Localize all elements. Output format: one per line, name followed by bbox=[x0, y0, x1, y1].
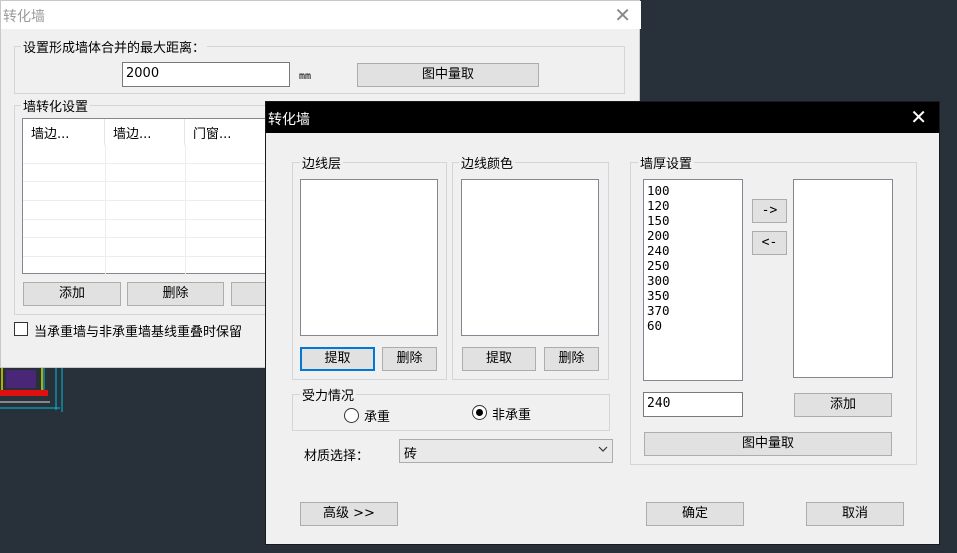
column-header[interactable]: 墙边... bbox=[105, 119, 185, 145]
list-item[interactable]: 60 bbox=[644, 318, 742, 333]
cad-drawing-fragment bbox=[0, 365, 63, 412]
edge-color-extract-button[interactable]: 提取 bbox=[462, 347, 536, 371]
force-group-label: 受力情况 bbox=[300, 385, 357, 404]
unit-label: mm bbox=[299, 71, 312, 82]
thickness-input[interactable]: 240 bbox=[643, 392, 743, 417]
advanced-button[interactable]: 高级 >> bbox=[300, 502, 398, 526]
distance-input[interactable]: 2000 bbox=[122, 62, 290, 87]
radio-bearing-label[interactable]: 承重 bbox=[364, 406, 390, 425]
edge-color-list[interactable] bbox=[461, 179, 599, 336]
back-delete-button[interactable]: 删除 bbox=[127, 282, 224, 306]
convert-list[interactable]: 墙边... 墙边... 门窗... bbox=[22, 118, 273, 275]
list-item[interactable]: 200 bbox=[644, 228, 742, 243]
move-left-button[interactable]: <- bbox=[752, 231, 787, 255]
thickness-list[interactable]: 100 120 150 200 240 250 300 350 370 60 bbox=[643, 179, 743, 381]
edge-layer-label: 边线层 bbox=[300, 153, 344, 172]
cancel-button[interactable]: 取消 bbox=[806, 502, 904, 526]
material-select[interactable]: 砖 bbox=[399, 439, 613, 463]
column-header[interactable]: 墙边... bbox=[23, 119, 105, 145]
list-item[interactable]: 350 bbox=[644, 288, 742, 303]
merge-distance-label: 设置形成墙体合并的最大距离： bbox=[21, 37, 208, 56]
front-close-icon[interactable]: ✕ bbox=[910, 105, 927, 129]
overlap-checkbox-label: 当承重墙与非承重墙基线重叠时保留 bbox=[34, 325, 243, 340]
thickness-add-button[interactable]: 添加 bbox=[794, 393, 892, 417]
edge-layer-delete-button[interactable]: 删除 bbox=[382, 347, 437, 371]
convert-settings-label: 墙转化设置 bbox=[21, 96, 91, 115]
overlap-checkbox[interactable] bbox=[14, 322, 28, 336]
radio-bearing[interactable] bbox=[344, 408, 359, 423]
move-right-button[interactable]: -> bbox=[752, 199, 787, 223]
list-item[interactable]: 250 bbox=[644, 258, 742, 273]
selected-thickness-list[interactable] bbox=[793, 179, 893, 378]
radio-nonbearing-label[interactable]: 非承重 bbox=[492, 404, 531, 423]
column-header[interactable]: 门窗... bbox=[185, 119, 273, 145]
list-item[interactable]: 100 bbox=[644, 183, 742, 198]
radio-nonbearing[interactable] bbox=[472, 405, 487, 420]
list-item[interactable]: 120 bbox=[644, 198, 742, 213]
ok-button[interactable]: 确定 bbox=[646, 502, 744, 526]
edge-layer-list[interactable] bbox=[300, 179, 438, 336]
front-dialog-title: 转化墙 bbox=[268, 112, 310, 128]
list-item[interactable]: 370 bbox=[644, 303, 742, 318]
edge-color-delete-button[interactable]: 删除 bbox=[544, 347, 599, 371]
front-titlebar[interactable]: 转化墙 ✕ bbox=[266, 102, 939, 133]
edge-color-label: 边线颜色 bbox=[459, 153, 516, 172]
back-pick-button[interactable]: 图中量取 bbox=[357, 63, 539, 87]
front-pick-button[interactable]: 图中量取 bbox=[644, 432, 892, 456]
list-item[interactable]: 240 bbox=[644, 243, 742, 258]
chevron-down-icon bbox=[598, 446, 608, 452]
back-dialog-title: 转化墙 bbox=[3, 9, 45, 25]
front-dialog: 转化墙 ✕ 边线层 提取 删除 边线颜色 提取 删除 受力情况 承重 非承重 材… bbox=[265, 101, 940, 545]
edge-layer-extract-button[interactable]: 提取 bbox=[300, 347, 375, 371]
wall-thickness-label: 墙厚设置 bbox=[638, 153, 695, 172]
material-label: 材质选择： bbox=[304, 449, 370, 464]
list-item[interactable]: 150 bbox=[644, 213, 742, 228]
material-select-value: 砖 bbox=[404, 447, 418, 462]
back-close-icon[interactable]: ✕ bbox=[614, 3, 631, 27]
back-titlebar[interactable]: 转化墙 ✕ bbox=[1, 1, 641, 29]
back-add-button[interactable]: 添加 bbox=[23, 282, 121, 306]
list-item[interactable]: 300 bbox=[644, 273, 742, 288]
